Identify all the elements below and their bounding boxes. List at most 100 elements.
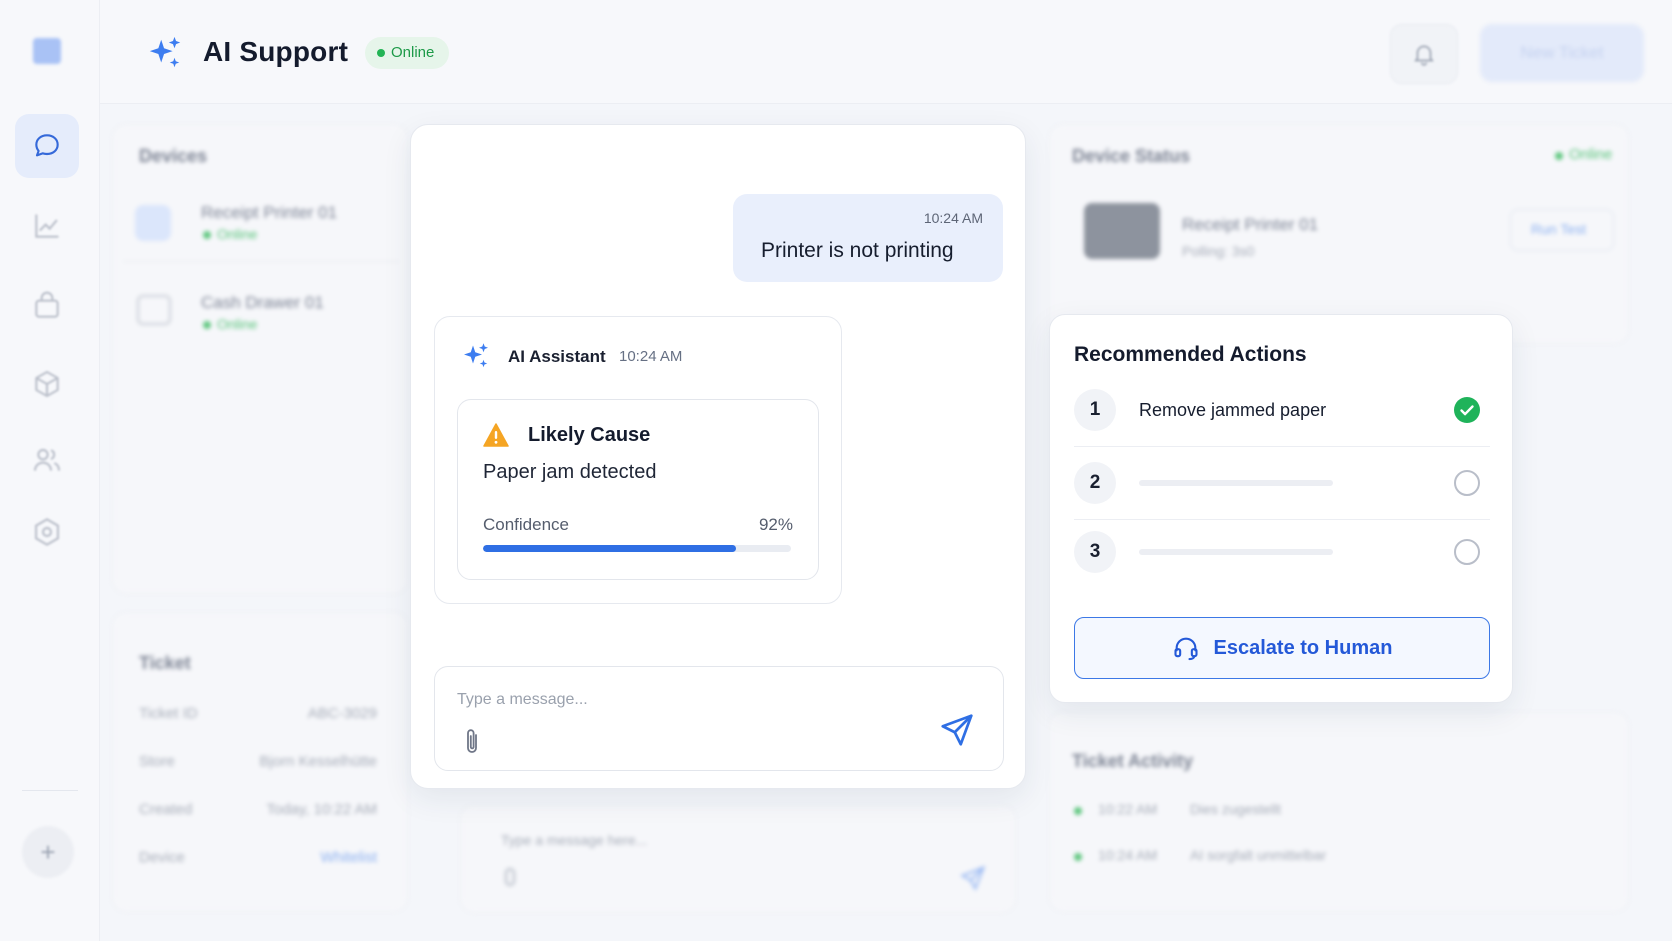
ticket-activity-panel: Ticket Activity 10:22 AM Dies zugestellt…: [1049, 712, 1629, 912]
confidence-value: 92%: [758, 515, 793, 534]
devices-title: Devices: [139, 146, 208, 166]
sparkle-icon: [464, 343, 488, 368]
ticket-title: Ticket: [139, 653, 191, 673]
action-item[interactable]: 2: [1074, 446, 1490, 520]
sidebar-item-chat[interactable]: [15, 114, 79, 178]
confidence-bar: [483, 545, 791, 552]
activity-dot: [1074, 853, 1082, 861]
plus-icon: +: [40, 836, 56, 867]
device-status-dot: [1555, 152, 1563, 160]
sidebar-item-devices[interactable]: [15, 352, 79, 416]
notifications-button[interactable]: [1390, 24, 1458, 84]
cause-text: Paper jam detected: [483, 461, 657, 483]
sidebar-item-settings[interactable]: [15, 500, 79, 564]
device-status-badge: Online: [1569, 146, 1613, 163]
device-status-dot: [203, 231, 211, 239]
activity-dot: [1074, 807, 1082, 815]
new-ticket-button[interactable]: New Ticket: [1480, 24, 1644, 82]
ghost-send-icon: [960, 865, 986, 891]
message-time: 10:24 AM: [923, 210, 983, 226]
ticket-row-value: ABC-3029: [307, 705, 377, 722]
activity-text: AI sorgfalt unmittelbar: [1190, 847, 1327, 863]
message-text: Printer is not printing: [761, 239, 954, 262]
confidence-label: Confidence: [483, 515, 570, 534]
bell-icon: [1414, 45, 1434, 66]
run-test-label: Run Test: [1531, 221, 1586, 237]
sidebar-divider: [22, 790, 78, 791]
header: AI Support Online New Ticket: [100, 0, 1672, 104]
status-badge: Online: [365, 37, 450, 69]
chat-panel: 10:24 AM Printer is not printing AI Assi…: [410, 124, 1026, 789]
devices-divider: [123, 261, 399, 262]
recommended-actions-panel: Recommended Actions 1 Remove jammed pape…: [1049, 314, 1513, 703]
ticket-row-value: Today, 10:22 AM: [266, 801, 377, 818]
action-item[interactable]: 1 Remove jammed paper: [1074, 373, 1490, 447]
action-placeholder: [1139, 480, 1333, 486]
action-number: 3: [1074, 531, 1116, 573]
send-icon[interactable]: [939, 712, 975, 748]
recommended-title: Recommended Actions: [1074, 343, 1307, 366]
status-text: Online: [391, 44, 435, 61]
device-name: Cash Drawer 01: [201, 293, 324, 312]
message-composer: [434, 666, 1004, 771]
action-number: 2: [1074, 462, 1116, 504]
ghost-input-placeholder: Type a message here...: [501, 832, 648, 848]
chart-icon: [35, 214, 59, 238]
likely-cause-card: Likely Cause Paper jam detected Confiden…: [457, 399, 819, 580]
ticket-row-value: Bjorn Kesselhütte: [259, 753, 377, 770]
sidebar-item-users[interactable]: [15, 428, 79, 492]
confidence-bar-fill: [483, 545, 736, 552]
ai-message: AI Assistant 10:24 AM Likely Cause Paper…: [434, 316, 842, 604]
status-dot: [377, 49, 385, 57]
device-name: Receipt Printer 01: [201, 203, 338, 222]
activity-time: 10:24 AM: [1098, 847, 1158, 863]
ticket-panel: Ticket Ticket ID ABC-3029 Store Bjorn Ke…: [112, 612, 408, 912]
add-button[interactable]: +: [22, 826, 74, 878]
device-status: Online: [217, 226, 258, 242]
message-input[interactable]: [457, 685, 877, 715]
ticket-row-label: Store: [139, 753, 175, 770]
chat-icon: [35, 134, 59, 157]
check-circle-icon[interactable]: [1454, 397, 1480, 423]
sparkle-icon: [149, 36, 181, 68]
run-test-button[interactable]: Run Test: [1510, 209, 1614, 251]
gear-icon: [35, 518, 59, 546]
cube-icon: [35, 370, 59, 398]
message-time: 10:24 AM: [619, 348, 683, 365]
device-status: Online: [217, 316, 258, 332]
device-status-title: Device Status: [1072, 146, 1191, 166]
action-label: Remove jammed paper: [1139, 400, 1327, 420]
printer-image: [1084, 203, 1160, 259]
paperclip-icon[interactable]: [461, 727, 485, 757]
headset-icon: [1173, 637, 1198, 661]
users-icon: [33, 448, 61, 471]
activity-text: Dies zugestellt: [1190, 801, 1282, 817]
activity-title: Ticket Activity: [1072, 751, 1194, 771]
ticket-row-label: Ticket ID: [139, 705, 198, 722]
ticket-row-value: Whitelist: [320, 849, 377, 866]
ghost-input: Type a message here...: [460, 805, 1016, 913]
ticket-row-label: Device: [139, 849, 185, 866]
drawer-icon: [137, 295, 171, 325]
device-status-sub: Polling: 3s0: [1182, 243, 1255, 259]
escalate-label: Escalate to Human: [1213, 636, 1393, 659]
ai-sender-name: AI Assistant: [508, 347, 606, 366]
escalate-button[interactable]: Escalate to Human: [1074, 617, 1490, 679]
ghost-attach-icon: [505, 868, 515, 886]
app-logo: [33, 38, 61, 64]
device-status-name: Receipt Printer 01: [1182, 215, 1319, 234]
sidebar-item-store[interactable]: [15, 274, 79, 338]
sidebar: +: [0, 0, 100, 941]
user-message: 10:24 AM Printer is not printing: [733, 194, 1003, 282]
action-placeholder: [1139, 549, 1333, 555]
activity-time: 10:22 AM: [1098, 801, 1158, 817]
device-status-dot: [203, 321, 211, 329]
sidebar-item-analytics[interactable]: [15, 194, 79, 258]
device-status-panel: Device Status Online Receipt Printer 01 …: [1049, 124, 1629, 344]
cause-title: Likely Cause: [528, 424, 651, 446]
action-item[interactable]: 3: [1074, 515, 1490, 589]
empty-circle-icon[interactable]: [1454, 539, 1480, 565]
bag-icon: [35, 291, 59, 318]
ticket-row-label: Created: [139, 801, 193, 818]
empty-circle-icon[interactable]: [1454, 470, 1480, 496]
